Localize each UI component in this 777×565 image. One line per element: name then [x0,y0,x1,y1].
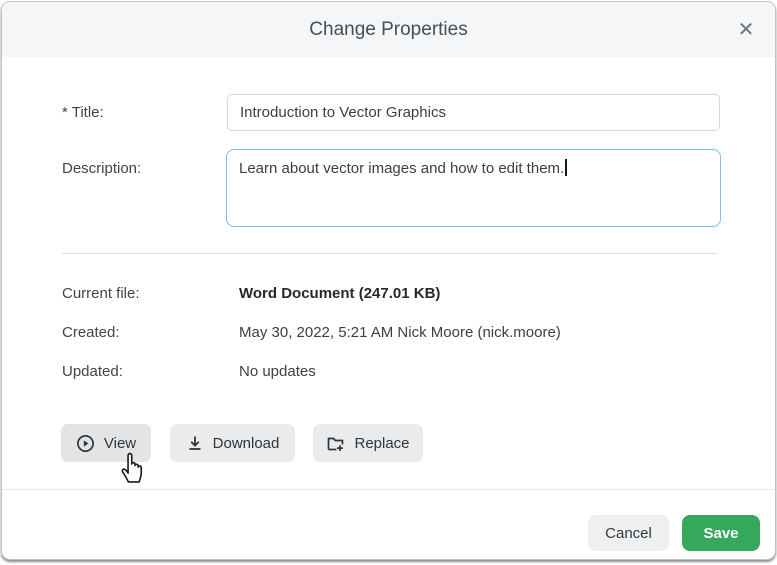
current-file-value: Word Document (247.01 KB) [239,285,440,302]
footer-divider [2,489,775,490]
text-cursor [565,159,567,176]
created-value: May 30, 2022, 5:21 AM Nick Moore (nick.m… [239,324,561,341]
replace-button-label: Replace [354,435,409,452]
dialog-header: Change Properties ✕ [2,2,775,57]
description-text: Learn about vector images and how to edi… [239,160,564,177]
section-divider [62,253,717,254]
view-button-label: View [104,435,136,452]
change-properties-dialog: Change Properties ✕ * Title: Description… [1,1,776,560]
updated-value: No updates [239,363,316,380]
description-label: Description: [62,160,141,177]
play-circle-icon [76,434,95,453]
cancel-button[interactable]: Cancel [588,515,669,551]
title-input[interactable] [227,94,720,131]
download-icon [186,434,204,452]
download-button[interactable]: Download [170,424,295,462]
close-icon[interactable]: ✕ [731,15,761,45]
folder-plus-icon [326,434,345,453]
dialog-title: Change Properties [2,2,775,57]
created-label: Created: [62,324,120,341]
replace-button[interactable]: Replace [313,424,423,462]
description-textarea[interactable]: Learn about vector images and how to edi… [226,149,721,227]
title-label: * Title: [62,104,104,121]
download-button-label: Download [213,435,280,452]
save-button[interactable]: Save [682,515,760,551]
view-button[interactable]: View [61,424,151,462]
updated-label: Updated: [62,363,123,380]
current-file-label: Current file: [62,285,140,302]
